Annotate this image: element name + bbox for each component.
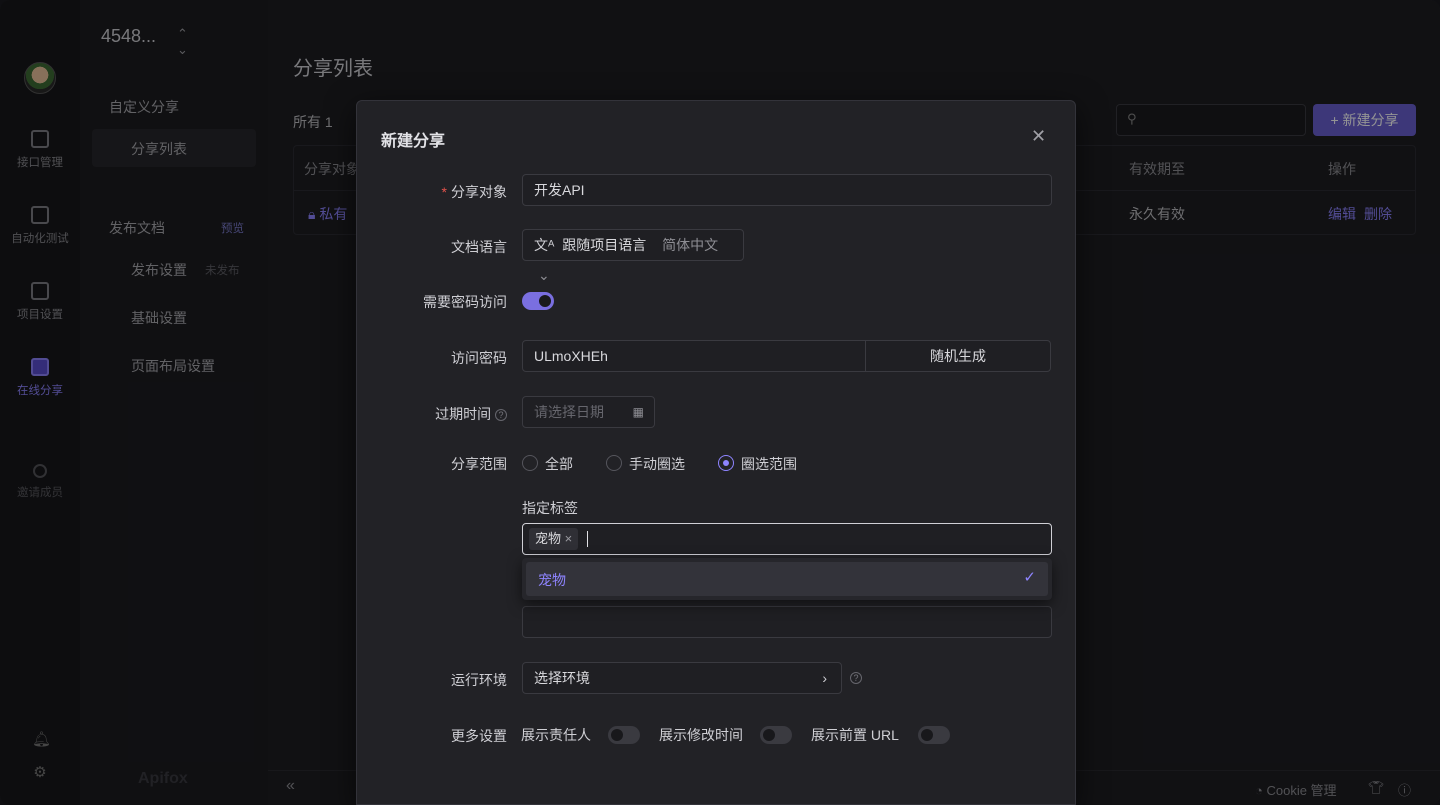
extra-field[interactable] (522, 606, 1052, 638)
tag-chip: 宠物 × (529, 528, 579, 550)
text-caret (587, 531, 588, 547)
scope-option-manual[interactable]: 手动圈选 (629, 454, 685, 474)
env-label: 运行环境 (451, 672, 507, 688)
check-icon: ✓ (1023, 569, 1036, 586)
scope-radio-range[interactable] (718, 455, 734, 471)
show-modified-label: 展示修改时间 (659, 727, 743, 743)
calendar-icon: ▦ (632, 405, 644, 419)
scope-label: 分享范围 (451, 456, 507, 472)
expire-label: 过期时间 ? (357, 404, 507, 424)
show-prefix-url-toggle[interactable] (918, 726, 950, 744)
new-share-dialog: 新建分享 ✕ * 分享对象 开发API 文档语言 文ᴬ 跟随项目语言 简体中文 ⌄… (356, 100, 1076, 805)
password-input[interactable]: ULmoXHEh (522, 340, 866, 372)
show-owner-toggle[interactable] (608, 726, 640, 744)
app-window: 接口管理 自动化测试 项目设置 在线分享 邀请成员 🔔︎ ⚙ 4548... ⌃… (0, 0, 1440, 805)
show-prefix-url-label: 展示前置 URL (811, 727, 899, 743)
share-target-label: * 分享对象 (441, 184, 507, 200)
need-password-toggle[interactable] (522, 292, 554, 310)
scope-option-range[interactable]: 圈选范围 (741, 454, 797, 474)
doc-language-select[interactable]: 文ᴬ 跟随项目语言 简体中文 ⌄ (522, 229, 744, 283)
random-generate-button[interactable]: 随机生成 (865, 340, 1051, 372)
remove-tag-icon[interactable]: × (565, 531, 573, 546)
show-owner-label: 展示责任人 (521, 727, 591, 743)
chevron-right-icon: › (822, 670, 827, 686)
close-icon[interactable]: ✕ (1031, 127, 1046, 145)
need-password-label: 需要密码访问 (423, 294, 507, 310)
scope-option-all[interactable]: 全部 (545, 454, 573, 474)
tags-dropdown: 宠物 ✓ (522, 558, 1052, 600)
chevron-down-icon: ⌄ (538, 267, 550, 283)
password-label: 访问密码 (451, 350, 507, 366)
show-modified-toggle[interactable] (760, 726, 792, 744)
doc-language-label: 文档语言 (451, 239, 507, 255)
scope-radio-manual[interactable] (606, 455, 622, 471)
help-icon: ? (495, 409, 507, 422)
env-select[interactable]: 选择环境 › (522, 662, 842, 694)
more-settings-label: 更多设置 (451, 728, 507, 744)
tags-select[interactable]: 宠物 × (522, 523, 1052, 555)
dialog-title: 新建分享 (381, 133, 446, 150)
dropdown-option[interactable]: 宠物 ✓ (526, 562, 1048, 596)
expire-date-input[interactable]: 请选择日期 ▦ (522, 396, 655, 428)
share-target-input[interactable]: 开发API (522, 174, 1052, 206)
env-help-icon[interactable]: ? (850, 672, 862, 684)
scope-radio-all[interactable] (522, 455, 538, 471)
tags-label: 指定标签 (522, 500, 578, 516)
translate-icon: 文ᴬ (534, 237, 555, 253)
